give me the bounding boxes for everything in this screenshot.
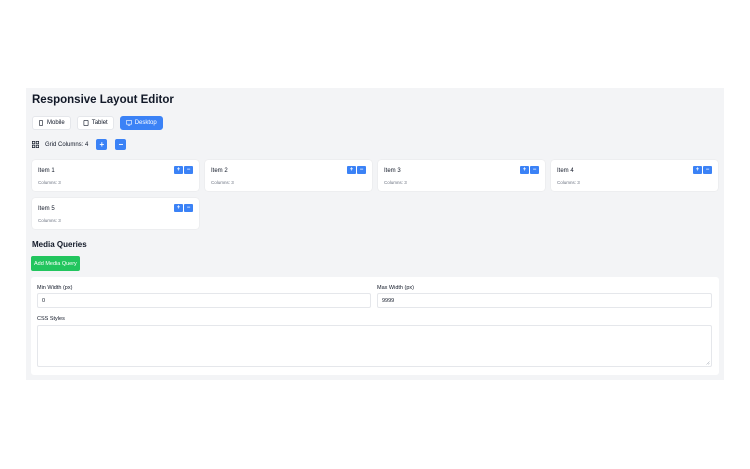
- media-queries-heading: Media Queries: [32, 240, 87, 249]
- grid-icon: [32, 141, 39, 148]
- grid-item-5[interactable]: Item 5 Columns: 3 + −: [32, 198, 199, 229]
- item-decrease-button[interactable]: −: [530, 166, 539, 174]
- grid-item-4[interactable]: Item 4 Columns: 3 + −: [551, 160, 718, 191]
- item-increase-button[interactable]: +: [693, 166, 702, 174]
- item-columns: Columns: 3: [38, 218, 61, 223]
- item-columns: Columns: 3: [38, 180, 61, 185]
- device-button-tablet[interactable]: Tablet: [76, 116, 114, 130]
- max-width-input[interactable]: 9999: [377, 293, 712, 308]
- device-label-desktop: Desktop: [134, 120, 157, 126]
- grid-columns-label: Grid Columns: 4: [45, 141, 89, 148]
- device-button-mobile[interactable]: Mobile: [32, 116, 71, 130]
- item-decrease-button[interactable]: −: [357, 166, 366, 174]
- device-switcher: Mobile Tablet Desktop: [32, 116, 163, 130]
- item-name: Item 2: [211, 168, 228, 174]
- min-width-input[interactable]: 0: [37, 293, 371, 308]
- tablet-icon: [83, 120, 89, 126]
- phone-icon: [39, 120, 43, 126]
- grid-item-2[interactable]: Item 2 Columns: 3 + −: [205, 160, 372, 191]
- css-styles-textarea[interactable]: [37, 325, 712, 367]
- item-decrease-button[interactable]: −: [703, 166, 712, 174]
- add-media-query-button[interactable]: Add Media Query: [31, 256, 80, 271]
- max-width-label: Max Width (px): [377, 285, 414, 291]
- item-columns: Columns: 3: [384, 180, 407, 185]
- editor-panel: Responsive Layout Editor Mobile Tablet D…: [26, 88, 724, 380]
- item-name: Item 5: [38, 206, 55, 212]
- item-decrease-button[interactable]: −: [184, 204, 193, 212]
- device-label-mobile: Mobile: [47, 120, 65, 126]
- device-button-desktop[interactable]: Desktop: [119, 116, 163, 130]
- grid-item-1[interactable]: Item 1 Columns: 3 + −: [32, 160, 199, 191]
- monitor-icon: [125, 120, 132, 126]
- grid-item-3[interactable]: Item 3 Columns: 3 + −: [378, 160, 545, 191]
- item-increase-button[interactable]: +: [520, 166, 529, 174]
- grid-columns-increase-button[interactable]: +: [96, 139, 108, 150]
- min-width-label: Min Width (px): [37, 285, 73, 291]
- item-increase-button[interactable]: +: [174, 166, 183, 174]
- item-increase-button[interactable]: +: [174, 204, 183, 212]
- item-name: Item 3: [384, 168, 401, 174]
- device-label-tablet: Tablet: [91, 120, 108, 126]
- css-styles-label: CSS Styles: [37, 316, 65, 322]
- item-name: Item 4: [557, 168, 574, 174]
- grid-columns-decrease-button[interactable]: −: [115, 139, 127, 150]
- media-query-card: Min Width (px) 0 Max Width (px) 9999 CSS…: [31, 277, 719, 375]
- item-columns: Columns: 3: [557, 180, 580, 185]
- resize-grip-icon[interactable]: [706, 361, 710, 365]
- item-decrease-button[interactable]: −: [184, 166, 193, 174]
- page-title: Responsive Layout Editor: [32, 94, 174, 106]
- item-columns: Columns: 3: [211, 180, 234, 185]
- item-increase-button[interactable]: +: [347, 166, 356, 174]
- item-name: Item 1: [38, 168, 55, 174]
- grid-columns-control: Grid Columns: 4 + −: [32, 139, 127, 150]
